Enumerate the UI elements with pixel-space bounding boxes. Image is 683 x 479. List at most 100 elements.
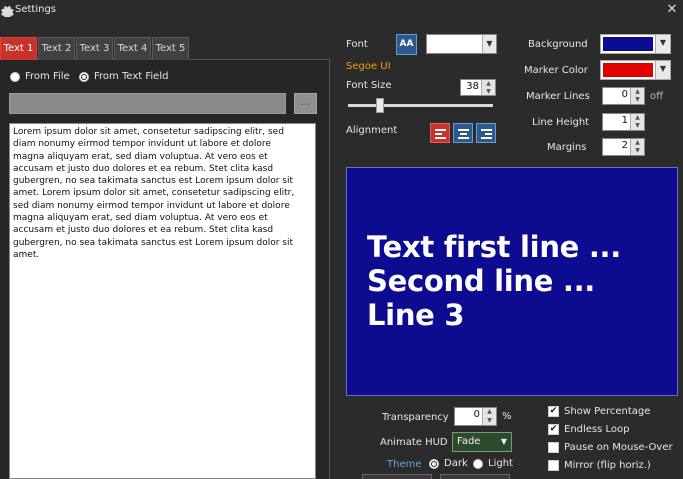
font-picker-button[interactable]: AA [396,34,417,55]
chevron-down-icon: ▼ [500,437,507,446]
tab-text-3[interactable]: Text 3 [76,37,113,60]
from-text-field-radio[interactable]: From Text Field [79,71,168,82]
gear-icon [1,6,14,17]
file-path-input[interactable] [9,93,286,114]
line-height-value: 1 [621,115,628,126]
line-height-label: Line Height [532,117,590,128]
up-arrow-icon[interactable]: ▲ [631,139,644,147]
marker-lines-off: off [650,91,664,102]
mirror-label: Mirror (flip horiz.) [564,460,651,471]
theme-label: Theme [387,459,422,470]
bottom-button-1[interactable] [362,474,432,479]
tab-text-2[interactable]: Text 2 [38,37,75,60]
theme-light-label: Light [488,458,513,469]
transparency-stepper[interactable]: 0 ▲ ▼ [454,407,497,426]
close-icon[interactable]: ✕ [665,3,679,17]
endless-loop-label: Endless Loop [564,424,630,435]
font-name: Segoe UI [346,61,391,72]
stepper-arrows[interactable]: ▲ ▼ [630,139,644,155]
background-color-select[interactable]: ▼ [600,34,671,54]
show-percentage-checkbox[interactable]: ✔ Show Percentage [548,406,650,417]
down-arrow-icon[interactable]: ▼ [631,96,644,104]
chevron-down-icon: ▼ [655,61,670,79]
animate-hud-label: Animate HUD [380,437,448,448]
animate-hud-select[interactable]: Fade ▼ [452,432,512,452]
from-file-radio[interactable]: From File [10,71,70,82]
font-size-label: Font Size [346,80,392,91]
radio-checked-icon [429,458,439,469]
font-size-slider[interactable] [348,104,493,107]
preview-line-2: Second line ... [367,264,596,298]
text-content-field[interactable]: Lorem ipsum dolor sit amet, consetetur s… [9,123,316,479]
checkmark-icon: ✔ [548,424,559,435]
transparency-value: 0 [473,409,480,420]
margins-value: 2 [621,140,628,151]
preview-line-1: Text first line ... [367,230,621,264]
up-arrow-icon[interactable]: ▲ [483,408,496,417]
font-size-stepper[interactable]: 38 ▲ ▼ [460,79,496,96]
preview-line-3: Line 3 [367,298,465,332]
down-arrow-icon[interactable]: ▼ [631,122,644,130]
checkbox-empty-icon [548,460,559,471]
bottom-button-2[interactable] [440,474,510,479]
radio-unchecked-icon [10,71,20,82]
font-color-select[interactable]: ▼ [426,34,497,54]
background-swatch [603,37,653,51]
checkbox-empty-icon [548,442,559,453]
background-label: Background [528,39,588,50]
marker-lines-stepper[interactable]: 0 ▲ ▼ [602,87,645,105]
checkmark-icon: ✔ [548,406,559,417]
chevron-down-icon: ▼ [482,35,496,53]
margins-label: Margins [547,142,587,153]
tab-text-5[interactable]: Text 5 [152,37,189,60]
marker-color-swatch [603,63,653,77]
pause-on-mouse-over-label: Pause on Mouse-Over [564,442,673,453]
up-arrow-icon[interactable]: ▲ [631,114,644,122]
font-size-value: 38 [466,81,479,92]
marker-lines-value: 0 [621,89,628,100]
font-icon: AA [399,39,414,49]
chevron-down-icon: ▼ [655,35,670,53]
tab-text-1[interactable]: Text 1 [0,37,37,60]
up-arrow-icon[interactable]: ▲ [482,80,495,88]
font-size-slider-thumb[interactable] [375,98,384,113]
marker-color-label: Marker Color [524,65,588,76]
tab-text-4[interactable]: Text 4 [114,37,151,60]
hud-preview: Text first line ... Second line ... Line… [346,167,678,396]
window-title: Settings [15,4,57,15]
down-arrow-icon[interactable]: ▼ [631,147,644,155]
marker-color-select[interactable]: ▼ [600,60,671,80]
animate-hud-value: Fade [457,436,481,447]
align-right-button[interactable] [476,123,496,143]
title-bar: Settings ✕ [0,0,683,22]
theme-light-radio[interactable]: Light [473,458,513,469]
show-percentage-label: Show Percentage [564,406,651,417]
line-height-stepper[interactable]: 1 ▲ ▼ [602,113,645,131]
align-left-button[interactable] [430,123,450,143]
transparency-label: Transparency [382,412,449,423]
down-arrow-icon[interactable]: ▼ [482,88,495,96]
radio-checked-icon [79,71,89,82]
from-file-label: From File [25,71,70,82]
endless-loop-checkbox[interactable]: ✔ Endless Loop [548,424,630,435]
stepper-arrows[interactable]: ▲ ▼ [481,80,495,95]
stepper-arrows[interactable]: ▲ ▼ [630,114,644,130]
theme-dark-radio[interactable]: Dark [429,458,468,469]
radio-unchecked-icon [473,458,483,469]
up-arrow-icon[interactable]: ▲ [631,88,644,96]
margins-stepper[interactable]: 2 ▲ ▼ [602,138,645,156]
marker-lines-label: Marker Lines [526,91,590,102]
pause-on-mouse-over-checkbox[interactable]: Pause on Mouse-Over [548,442,673,453]
theme-dark-label: Dark [444,458,468,469]
stepper-arrows[interactable]: ▲ ▼ [482,408,496,425]
transparency-unit: % [502,411,512,422]
align-center-button[interactable] [453,123,473,143]
font-label: Font [346,39,368,50]
stepper-arrows[interactable]: ▲ ▼ [630,88,644,104]
browse-icon: ... [300,97,311,108]
alignment-label: Alignment [346,125,398,136]
mirror-checkbox[interactable]: Mirror (flip horiz.) [548,460,651,471]
down-arrow-icon[interactable]: ▼ [483,417,496,426]
browse-button[interactable]: ... [294,93,317,114]
from-text-field-label: From Text Field [94,71,169,82]
